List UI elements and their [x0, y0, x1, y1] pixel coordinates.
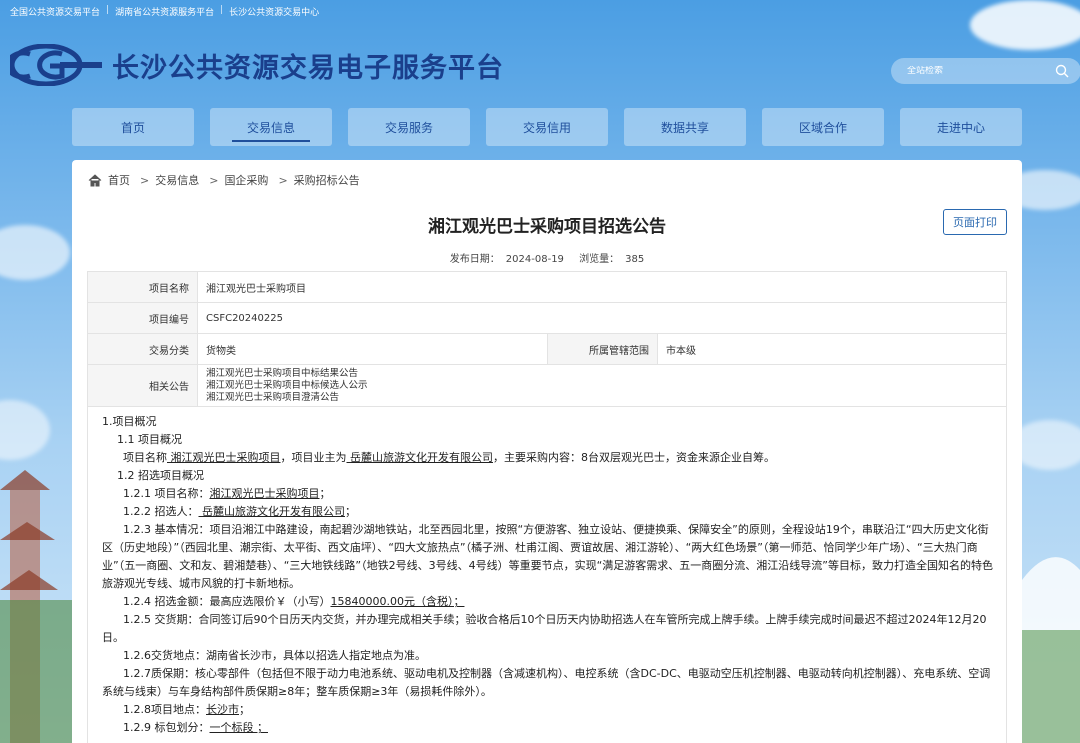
text: ；: [345, 505, 356, 518]
section-heading: 1.项目概况: [102, 415, 157, 428]
related-link-clarification[interactable]: 湘江观光巴士采购项目澄清公告: [206, 392, 998, 404]
text: ，项目业主为: [280, 451, 347, 464]
underlined-text: 岳麓山旅游文化开发有限公司: [198, 505, 345, 518]
divider: |: [106, 5, 110, 15]
main-panel: 首页 > 交易信息 > 国企采购 > 采购招标公告 湘江观光巴士采购项目招选公告…: [72, 160, 1022, 743]
home-icon: [88, 173, 102, 186]
search-box: [891, 58, 1080, 84]
print-button[interactable]: 页面打印: [943, 209, 1007, 235]
text: 1.2.1 项目名称：: [123, 487, 210, 500]
page-title: 湘江观光巴士采购项目招选公告: [428, 217, 666, 237]
breadcrumb-separator: >: [140, 173, 150, 187]
paragraph: 1.2.1 项目名称：湘江观光巴士采购项目；: [102, 485, 994, 503]
top-link-hunan[interactable]: 湖南省公共资源服务平台: [115, 5, 214, 18]
paragraph: 1.2.8项目地点：长沙市；: [102, 701, 994, 719]
underlined-text: 15840000.00元（含税）；: [330, 595, 465, 608]
related-link-candidates[interactable]: 湘江观光巴士采购项目中标候选人公示: [206, 380, 998, 392]
text: 1.2.8项目地点：: [123, 703, 206, 716]
project-name-label: 项目名称: [87, 271, 198, 303]
cloud-decoration: [970, 0, 1080, 50]
text: ，主要采购内容：8台双层观光巴士，资金来源企业自筹。: [493, 451, 775, 464]
nav-trade-credit[interactable]: 交易信用: [486, 108, 608, 146]
text: ；: [319, 487, 331, 500]
section-heading: 1.2 招选项目概况: [117, 469, 204, 482]
related-announcements: 湘江观光巴士采购项目中标结果公告 湘江观光巴士采购项目中标候选人公示 湘江观光巴…: [197, 364, 1007, 407]
project-no-value: CSFC20240225: [197, 302, 1007, 334]
building-illustration: [1022, 557, 1080, 743]
paragraph: 1.2.9 标包划分：一个标段 ；: [102, 719, 994, 737]
related-label: 相关公告: [87, 364, 198, 407]
top-links-bar: 全国公共资源交易平台 | 湖南省公共资源服务平台 | 长沙公共资源交易中心: [10, 5, 319, 18]
pagoda-illustration: [0, 470, 72, 743]
site-logo[interactable]: 长沙公共资源交易电子服务平台: [10, 44, 504, 86]
paragraph: 项目名称 湘江观光巴士采购项目，项目业主为 岳麓山旅游文化开发有限公司，主要采购…: [102, 449, 994, 467]
paragraph: 1.2.3 基本情况：项目沿湘江中路建设，南起碧沙湖地铁站，北至西园北里，按照“…: [102, 523, 993, 590]
text: ；: [239, 703, 250, 716]
site-title: 长沙公共资源交易电子服务平台: [112, 52, 504, 84]
top-link-national[interactable]: 全国公共资源交易平台: [10, 5, 100, 18]
breadcrumb-trade-info[interactable]: 交易信息: [155, 172, 199, 188]
publish-date: 2024-08-19: [505, 254, 564, 265]
nav-home[interactable]: 首页: [72, 108, 194, 146]
nav-regional-cooperation[interactable]: 区域合作: [762, 108, 884, 146]
breadcrumb-separator: >: [209, 173, 219, 187]
breadcrumb-current[interactable]: 采购招标公告: [294, 172, 360, 188]
project-name-value: 湘江观光巴士采购项目: [197, 271, 1007, 303]
scope-value: 市本级: [657, 333, 1007, 365]
search-icon[interactable]: [1055, 64, 1069, 78]
breadcrumb-soe-procurement[interactable]: 国企采购: [224, 172, 268, 188]
paragraph: 1.2.6交货地点：湖南省长沙市，具体以招选人指定地点为准。: [123, 649, 426, 662]
text: 1.2.9 标包划分：: [123, 721, 210, 734]
main-nav: 首页 交易信息 交易服务 交易信用 数据共享 区域合作 走进中心: [72, 108, 1022, 146]
category-label: 交易分类: [87, 333, 198, 365]
owner-underlined: 岳麓山旅游文化开发有限公司: [346, 451, 493, 464]
related-link-result[interactable]: 湘江观光巴士采购项目中标结果公告: [206, 368, 998, 380]
views-label: 浏览量：: [579, 254, 620, 265]
publish-meta: 发布日期： 2024-08-19 浏览量： 385: [72, 250, 1022, 265]
paragraph: 1.2.5 交货期：合同签订后90个日历天内交货，并办理完成相关手续；验收合格后…: [102, 613, 987, 644]
divider: |: [220, 5, 224, 15]
paragraph: 1.2.7质保期：核心零部件（包括但不限于动力电池系统、驱动电机及控制器（含减速…: [102, 667, 991, 698]
paragraph: 1.2.2 招选人： 岳麓山旅游文化开发有限公司；: [102, 503, 994, 521]
section-heading: 1.1 项目概况: [117, 433, 182, 446]
nav-trade-service[interactable]: 交易服务: [348, 108, 470, 146]
breadcrumb: 首页 > 交易信息 > 国企采购 > 采购招标公告: [88, 172, 360, 188]
text: 项目名称: [123, 451, 167, 464]
publish-date-label: 发布日期：: [449, 254, 500, 265]
project-name-underlined: 湘江观光巴士采购项目: [167, 451, 281, 464]
underlined-text: 长沙市: [206, 703, 239, 716]
cloud-decoration: [0, 225, 70, 280]
project-no-label: 项目编号: [87, 302, 198, 334]
nav-data-sharing[interactable]: 数据共享: [624, 108, 746, 146]
search-input[interactable]: [907, 66, 1047, 76]
top-link-changsha[interactable]: 长沙公共资源交易中心: [229, 5, 319, 18]
breadcrumb-home[interactable]: 首页: [108, 172, 130, 188]
breadcrumb-separator: >: [278, 173, 288, 187]
category-value: 货物类: [197, 333, 548, 365]
announcement-content: 1.项目概况 1.1 项目概况 项目名称 湘江观光巴士采购项目，项目业主为 岳麓…: [87, 405, 1007, 743]
scope-label: 所属管辖范围: [547, 333, 658, 365]
paragraph: 1.2.4 招选金额：最高应选限价￥（小写）15840000.00元（含税）；: [102, 593, 994, 611]
text: 1.2.2 招选人：: [123, 505, 199, 518]
project-info-table: 项目名称 湘江观光巴士采购项目 项目编号 CSFC20240225 交易分类 货…: [87, 271, 1007, 407]
underlined-text: 一个标段 ；: [209, 721, 269, 734]
nav-about-center[interactable]: 走进中心: [900, 108, 1022, 146]
cg-logo-icon: [10, 44, 102, 86]
underlined-text: 湘江观光巴士采购项目: [209, 487, 320, 500]
nav-trade-info[interactable]: 交易信息: [210, 108, 332, 146]
text: 1.2.4 招选金额：最高应选限价￥（小写）: [123, 595, 331, 608]
views-count: 385: [625, 254, 645, 265]
